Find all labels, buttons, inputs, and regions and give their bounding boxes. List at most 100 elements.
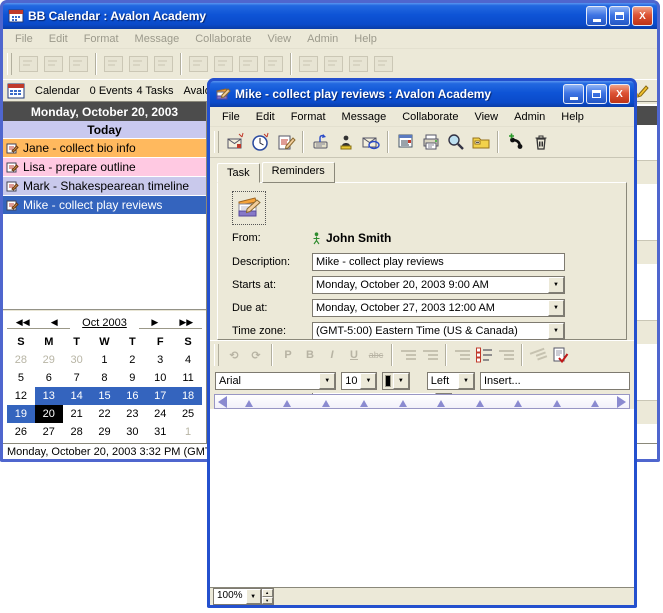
- calendar-day[interactable]: 8: [91, 369, 119, 387]
- toolbar-grip[interactable]: [214, 131, 219, 153]
- font-color-select[interactable]: ▼: [382, 372, 409, 390]
- dropdown-arrow-icon[interactable]: ▼: [548, 277, 564, 293]
- tab-reminders[interactable]: Reminders: [262, 162, 335, 183]
- menu-help[interactable]: Help: [553, 109, 592, 125]
- menu-file[interactable]: File: [214, 109, 248, 125]
- dialog-maximize-button[interactable]: [586, 84, 607, 104]
- menu-edit[interactable]: Edit: [248, 109, 283, 125]
- calendar-day[interactable]: 22: [91, 405, 119, 423]
- calendar-day[interactable]: 29: [91, 423, 119, 441]
- calendar-day[interactable]: 6: [35, 369, 63, 387]
- dropdown-arrow-icon[interactable]: ▼: [319, 373, 335, 389]
- calendar-day[interactable]: 29: [35, 351, 63, 369]
- task-row[interactable]: Lisa - prepare outline: [3, 158, 206, 177]
- reply-icon[interactable]: [358, 130, 383, 154]
- calendar-day[interactable]: 16: [118, 387, 146, 405]
- maximize-button[interactable]: [609, 6, 630, 26]
- menu-message[interactable]: Message: [334, 109, 395, 125]
- calendar-month-label[interactable]: Oct 2003: [70, 317, 139, 329]
- ruler-tab-marker[interactable]: [591, 400, 599, 407]
- task-row[interactable]: Jane - collect bio info: [3, 139, 206, 158]
- dropdown-arrow-icon[interactable]: ▼: [246, 589, 261, 604]
- menu-view[interactable]: View: [466, 109, 506, 125]
- task-row[interactable]: Mike - collect play reviews: [3, 196, 206, 215]
- calendar-day[interactable]: 11: [174, 369, 202, 387]
- calendar-day[interactable]: 19: [7, 405, 35, 423]
- calendar-day[interactable]: 30: [63, 351, 91, 369]
- ruler-tab-marker[interactable]: [245, 400, 253, 407]
- close-button[interactable]: X: [632, 6, 653, 26]
- next-month-button[interactable]: ▶: [139, 317, 170, 329]
- checklist-icon[interactable]: [473, 344, 495, 366]
- insert-field[interactable]: [480, 372, 630, 390]
- timezone-select[interactable]: (GMT-5:00) Eastern Time (US & Canada) ▼: [312, 322, 565, 340]
- calendar-day[interactable]: 1: [174, 423, 202, 441]
- calendar-day[interactable]: 25: [174, 405, 202, 423]
- file-message-icon[interactable]: [468, 130, 493, 154]
- dropdown-arrow-icon[interactable]: ▼: [548, 323, 564, 339]
- assign-task-icon[interactable]: [333, 130, 358, 154]
- ruler-tab-marker[interactable]: [476, 400, 484, 407]
- calendar-day[interactable]: 18: [174, 387, 202, 405]
- calendar-day[interactable]: 2: [118, 351, 146, 369]
- prev-month-button[interactable]: ◀: [38, 317, 69, 329]
- calendar-tab-label[interactable]: Calendar: [35, 85, 80, 97]
- calendar-day-today[interactable]: 20: [35, 405, 63, 423]
- call-icon[interactable]: [503, 130, 528, 154]
- new-event-icon[interactable]: [248, 130, 273, 154]
- menu-format[interactable]: Format: [283, 109, 334, 125]
- dialog-minimize-button[interactable]: [563, 84, 584, 104]
- menu-admin[interactable]: Admin: [506, 109, 553, 125]
- calendar-day[interactable]: 9: [118, 369, 146, 387]
- new-task-icon[interactable]: [273, 130, 298, 154]
- calendar-day[interactable]: 10: [146, 369, 174, 387]
- calendar-day[interactable]: 5: [7, 369, 35, 387]
- calendar-day[interactable]: 28: [63, 423, 91, 441]
- calendar-day[interactable]: 13: [35, 387, 63, 405]
- calendar-day[interactable]: 7: [63, 369, 91, 387]
- dropdown-arrow-icon[interactable]: ▼: [458, 373, 474, 389]
- calendar-day[interactable]: 1: [91, 351, 119, 369]
- new-appointment-icon[interactable]: [223, 130, 248, 154]
- description-input[interactable]: [312, 253, 565, 271]
- dropdown-arrow-icon[interactable]: ▼: [393, 373, 409, 389]
- calendar-day[interactable]: 3: [146, 351, 174, 369]
- due-at-select[interactable]: Monday, October 27, 2003 12:00 AM ▼: [312, 299, 565, 317]
- ruler-right-indent-marker[interactable]: [617, 396, 626, 408]
- calendar-day[interactable]: 14: [63, 387, 91, 405]
- zoom-control[interactable]: 100% ▼ ▲▼: [213, 588, 274, 605]
- ruler-left-indent-marker[interactable]: [218, 396, 227, 408]
- calendar-day[interactable]: 28: [7, 351, 35, 369]
- font-family-select[interactable]: Arial ▼: [215, 372, 336, 390]
- find-icon[interactable]: [443, 130, 468, 154]
- ruler-tab-marker[interactable]: [360, 400, 368, 407]
- font-size-select[interactable]: 10 ▼: [341, 372, 377, 390]
- calendar-day[interactable]: 21: [63, 405, 91, 423]
- calendar-day[interactable]: 4: [174, 351, 202, 369]
- delete-icon[interactable]: [528, 130, 553, 154]
- task-row[interactable]: Mark - Shakespearean timeline: [3, 177, 206, 196]
- notes-editor[interactable]: [210, 409, 634, 587]
- dialog-close-button[interactable]: X: [609, 84, 630, 104]
- dropdown-arrow-icon[interactable]: ▼: [548, 300, 564, 316]
- calendar-day[interactable]: 27: [35, 423, 63, 441]
- next-year-button[interactable]: ▶▶: [171, 317, 202, 329]
- starts-at-select[interactable]: Monday, October 20, 2003 9:00 AM ▼: [312, 276, 565, 294]
- ruler-tab-marker[interactable]: [283, 400, 291, 407]
- prev-year-button[interactable]: ◀◀: [7, 317, 38, 329]
- calendar-day[interactable]: 12: [7, 387, 35, 405]
- alignment-select[interactable]: Left ▼: [427, 372, 475, 390]
- calendar-day[interactable]: 17: [146, 387, 174, 405]
- print-icon[interactable]: [418, 130, 443, 154]
- calendar-day[interactable]: 30: [118, 423, 146, 441]
- calendar-day[interactable]: 26: [7, 423, 35, 441]
- calendar-day[interactable]: 31: [146, 423, 174, 441]
- view-message-icon[interactable]: [393, 130, 418, 154]
- tab-task[interactable]: Task: [217, 163, 260, 183]
- ruler-tab-marker[interactable]: [437, 400, 445, 407]
- forward-icon[interactable]: [308, 130, 333, 154]
- minimize-button[interactable]: [586, 6, 607, 26]
- ruler-tab-marker[interactable]: [514, 400, 522, 407]
- calendar-day[interactable]: 23: [118, 405, 146, 423]
- calendar-day[interactable]: 15: [91, 387, 119, 405]
